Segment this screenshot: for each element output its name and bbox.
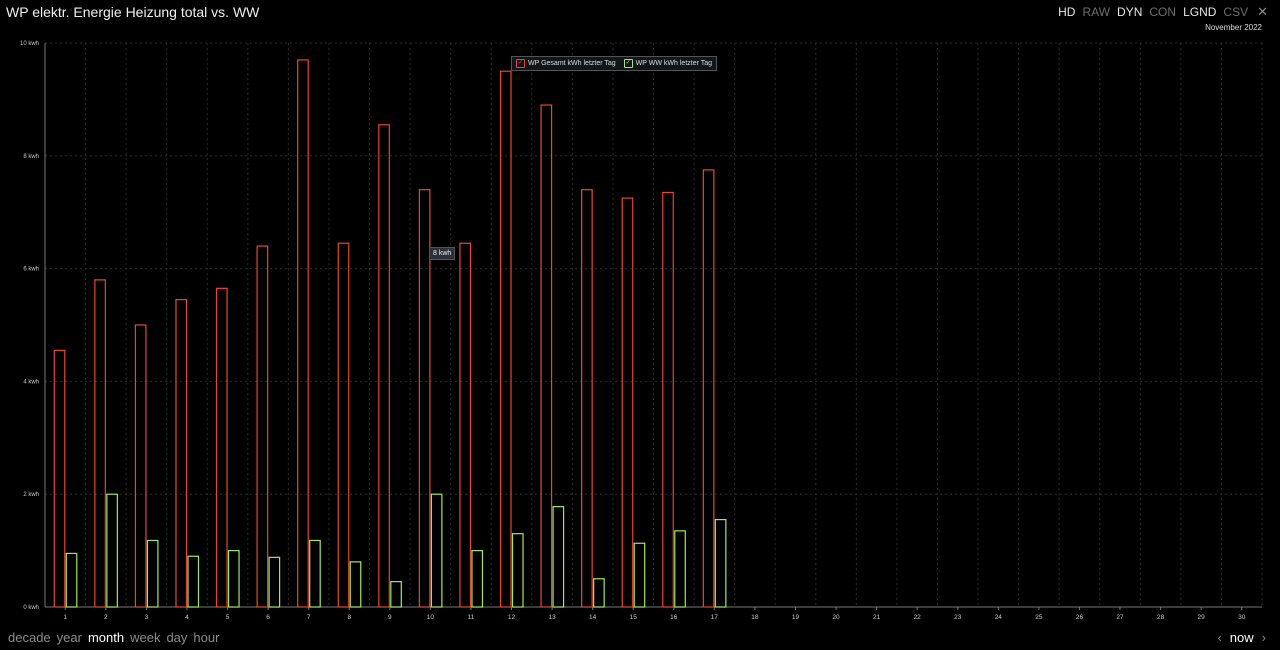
bar-ww bbox=[65, 552, 78, 608]
y-tick-label: 0 kwh bbox=[23, 605, 39, 611]
x-tick-label: 18 bbox=[751, 614, 759, 621]
value-tooltip: 8 kwh bbox=[429, 247, 456, 260]
x-tick-label: 20 bbox=[832, 614, 840, 621]
x-tick-label: 4 bbox=[185, 614, 189, 621]
bar-chart: 0 kwh2 kwh4 kwh6 kwh8 kwh10 kwh1 2 3 4 5 6 7 8 9… bbox=[20, 41, 1263, 621]
toolbar-raw-button[interactable]: RAW bbox=[1082, 5, 1110, 19]
checkbox-icon[interactable]: ✓ bbox=[623, 59, 633, 68]
now-button[interactable]: now bbox=[1230, 630, 1254, 645]
legend-label-ww: WP WW kWh letzter Tag bbox=[635, 60, 713, 67]
x-tick-label: 2 bbox=[104, 614, 108, 621]
bar-total bbox=[134, 324, 147, 608]
bar-ww bbox=[146, 539, 159, 608]
bar-total bbox=[459, 242, 472, 608]
bar-total bbox=[256, 245, 269, 608]
bar-total bbox=[337, 242, 350, 608]
range-day-button[interactable]: day bbox=[166, 630, 187, 645]
chart-title: WP elektr. Energie Heizung total vs. WW bbox=[6, 4, 260, 20]
x-tick-label: 26 bbox=[1076, 614, 1084, 621]
bar-total bbox=[499, 70, 512, 608]
legend-label-total: WP Gesamt kWh letzter Tag bbox=[528, 60, 616, 67]
range-decade-button[interactable]: decade bbox=[8, 630, 51, 645]
x-tick-label: 23 bbox=[954, 614, 962, 621]
bar-ww bbox=[471, 549, 484, 608]
toolbar-csv-button[interactable]: CSV bbox=[1223, 5, 1248, 19]
range-month-button[interactable]: month bbox=[88, 630, 124, 645]
bar-total bbox=[94, 279, 106, 608]
x-tick-label: 27 bbox=[1116, 614, 1124, 621]
bar-ww bbox=[309, 539, 321, 608]
x-tick-label: 15 bbox=[630, 614, 638, 621]
bar-total bbox=[175, 299, 188, 608]
toolbar-dyn-button[interactable]: DYN bbox=[1117, 5, 1142, 19]
bar-total bbox=[581, 189, 593, 608]
bar-ww bbox=[511, 533, 524, 608]
bar-ww bbox=[390, 581, 402, 608]
x-tick-label: 24 bbox=[995, 614, 1003, 621]
range-hour-button[interactable]: hour bbox=[193, 630, 219, 645]
legend: ✓ WP Gesamt kWh letzter Tag ✓ WP WW kWh … bbox=[511, 56, 718, 71]
bar-total bbox=[297, 59, 309, 608]
legend-item-ww[interactable]: ✓ WP WW kWh letzter Tag bbox=[623, 59, 713, 68]
x-tick-label: 6 bbox=[266, 614, 270, 621]
chart-area: 0 kwh 2 kwh 4 kwh 6 kwh 8 kwh 10 kwh 1 2 3 4 5 6 7 8 9… bbox=[0, 30, 1280, 622]
toolbar-con-button[interactable]: CON bbox=[1149, 5, 1176, 19]
bar-ww bbox=[227, 549, 240, 608]
x-tick-label: 11 bbox=[468, 614, 475, 621]
bar-total bbox=[378, 124, 390, 608]
x-tick-label: 8 bbox=[347, 614, 351, 621]
range-year-button[interactable]: year bbox=[57, 630, 82, 645]
x-tick-label: 13 bbox=[548, 614, 556, 621]
bar-total bbox=[215, 287, 228, 608]
x-tick-label: 9 bbox=[388, 614, 392, 621]
y-tick-label: 8 kwh bbox=[23, 154, 39, 160]
x-tick-label: 21 bbox=[873, 614, 881, 621]
bar-ww bbox=[349, 561, 362, 608]
bar-ww bbox=[593, 578, 605, 608]
bar-ww bbox=[106, 493, 118, 608]
x-tick-label: 19 bbox=[792, 614, 800, 621]
x-tick-label: 28 bbox=[1157, 614, 1165, 621]
y-tick-label: 10 kwh bbox=[20, 41, 39, 47]
range-week-button[interactable]: week bbox=[130, 630, 160, 645]
bar-ww bbox=[714, 518, 727, 608]
y-tick-label: 6 kwh bbox=[23, 267, 39, 273]
legend-item-total[interactable]: ✓ WP Gesamt kWh letzter Tag bbox=[516, 59, 616, 68]
y-tick-label: 2 kwh bbox=[23, 492, 39, 498]
bar-total bbox=[662, 191, 674, 608]
checkbox-icon[interactable]: ✓ bbox=[516, 59, 525, 68]
toolbar-hd-button[interactable]: HD bbox=[1058, 5, 1075, 19]
bar-ww bbox=[633, 542, 646, 608]
x-tick-label: 1 bbox=[63, 614, 67, 621]
range-nav: decade year month week day hour bbox=[8, 630, 219, 645]
x-tick-label: 7 bbox=[307, 614, 311, 621]
bar-ww bbox=[268, 556, 281, 608]
y-tick-label: 4 kwh bbox=[23, 379, 39, 385]
bar-ww bbox=[430, 493, 443, 608]
x-tick-label: 10 bbox=[427, 614, 435, 621]
bar-total bbox=[621, 197, 634, 608]
x-tick-label: 14 bbox=[589, 614, 597, 621]
x-tick-label: 30 bbox=[1238, 614, 1246, 621]
x-tick-label: 25 bbox=[1035, 614, 1043, 621]
time-nav: ‹ now › bbox=[1217, 630, 1266, 645]
bar-ww bbox=[187, 555, 200, 608]
chevron-right-icon[interactable]: › bbox=[1262, 630, 1266, 645]
bar-ww bbox=[552, 506, 565, 608]
toolbar-lgnd-button[interactable]: LGND bbox=[1183, 5, 1216, 19]
bar-total bbox=[540, 104, 553, 608]
toolbar: HD RAW DYN CON LGND CSV ✕ bbox=[1058, 4, 1268, 20]
x-tick-label: 5 bbox=[226, 614, 230, 621]
bar-total bbox=[53, 349, 66, 608]
bar-total bbox=[702, 169, 715, 608]
x-tick-label: 16 bbox=[670, 614, 678, 621]
chevron-left-icon[interactable]: ‹ bbox=[1217, 630, 1221, 645]
x-tick-label: 17 bbox=[711, 614, 719, 621]
x-tick-label: 12 bbox=[508, 614, 516, 621]
x-tick-label: 22 bbox=[914, 614, 922, 621]
bar-ww bbox=[674, 530, 686, 608]
x-tick-label: 3 bbox=[145, 614, 149, 621]
close-icon[interactable]: ✕ bbox=[1257, 4, 1268, 20]
x-tick-label: 29 bbox=[1198, 614, 1206, 621]
